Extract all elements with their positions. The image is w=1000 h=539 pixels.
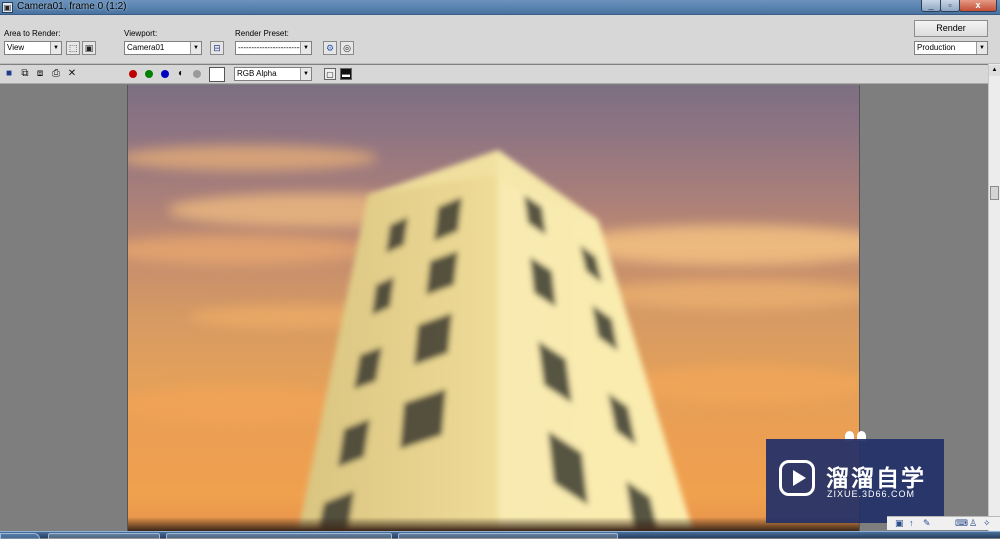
display-channel-dropdown[interactable]: RGB Alpha ▼: [234, 67, 312, 81]
clear-icon[interactable]: ✕: [66, 68, 78, 80]
toggle-ui-overlay-icon[interactable]: ▢: [324, 68, 336, 80]
tray-tools-icon[interactable]: ✧: [983, 518, 991, 529]
chevron-down-icon: ▼: [300, 42, 311, 54]
toggle-ui-icon[interactable]: ▬: [340, 68, 352, 80]
viewport-label: Viewport:: [124, 29, 158, 38]
frame-buffer-toolbar: ■ ⧉ ⧈ ⎙ ✕ ◐ RGB Alpha ▼ ▢ ▬: [0, 65, 1000, 84]
copy-image-icon[interactable]: ⧉: [19, 68, 31, 80]
tray-pen-icon[interactable]: ✎: [923, 518, 931, 529]
chevron-down-icon: ▼: [300, 68, 311, 80]
taskbar-item[interactable]: [48, 533, 160, 539]
tree-silhouette: [128, 517, 859, 531]
watermark-url: ZIXUE.3D66.COM: [827, 489, 916, 499]
alpha-channel-icon[interactable]: ◐: [175, 68, 187, 80]
print-image-icon[interactable]: ⎙: [50, 68, 62, 80]
taskbar: [0, 531, 1000, 539]
render-preset-label: Render Preset:: [235, 29, 289, 38]
auto-region-icon[interactable]: ▣: [82, 41, 96, 55]
tray-keyboard-icon[interactable]: ⌨: [955, 518, 968, 529]
chevron-down-icon: ▼: [190, 42, 201, 54]
red-channel-icon[interactable]: [129, 70, 137, 78]
area-to-render-label: Area to Render:: [4, 29, 61, 38]
viewport-dropdown[interactable]: Camera01 ▼: [124, 41, 202, 55]
maximize-button[interactable]: ▫: [940, 0, 960, 12]
window-title: Camera01, frame 0 (1:2): [17, 1, 127, 12]
tray-app-icon[interactable]: ▣: [895, 518, 904, 529]
render-options-toolbar: Area to Render: View ▼ ⬚ ▣ Viewport: Cam…: [0, 15, 1000, 64]
display-channel-value: RGB Alpha: [237, 69, 277, 78]
tray-user-icon[interactable]: ♙: [969, 518, 977, 529]
app-icon[interactable]: ▣: [2, 2, 13, 13]
chevron-down-icon: ▼: [976, 42, 987, 54]
render-preset-dropdown[interactable]: ----------------------------- ▼: [235, 41, 312, 55]
environment-effects-icon[interactable]: ◎: [340, 41, 354, 55]
play-logo-icon: [779, 460, 815, 496]
title-bar: ▣ Camera01, frame 0 (1:2) _ ▫ x: [0, 0, 1000, 15]
scroll-up-icon[interactable]: ▲: [989, 65, 1000, 76]
edit-region-icon[interactable]: ⬚: [66, 41, 80, 55]
taskbar-item[interactable]: [166, 533, 392, 539]
viewport-value: Camera01: [127, 43, 165, 52]
scroll-thumb[interactable]: [990, 186, 999, 200]
blue-channel-icon[interactable]: [161, 70, 169, 78]
rendered-image: [127, 85, 860, 531]
watermark: 溜溜自学 ZIXUE.3D66.COM: [766, 439, 944, 523]
render-setup-icon[interactable]: ⚙: [323, 41, 337, 55]
monochrome-icon[interactable]: [193, 70, 201, 78]
chevron-down-icon: ▼: [50, 42, 61, 54]
area-to-render-dropdown[interactable]: View ▼: [4, 41, 62, 55]
vertical-scrollbar[interactable]: ▲: [988, 64, 1000, 531]
lock-icon[interactable]: ⊟: [210, 41, 224, 55]
production-value: Production: [917, 43, 956, 52]
area-to-render-value: View: [7, 43, 25, 52]
tray-arrow-icon[interactable]: ↑: [909, 518, 914, 528]
building-render: [298, 150, 693, 531]
green-channel-icon[interactable]: [145, 70, 153, 78]
watermark-brand: 溜溜自学: [826, 466, 926, 492]
system-tray: ▣ ↑ ✎ ⌨ ♙ ✧: [887, 516, 1000, 530]
taskbar-item[interactable]: [398, 533, 618, 539]
save-image-icon[interactable]: ■: [3, 68, 15, 80]
start-button[interactable]: [0, 533, 40, 539]
render-button[interactable]: Render: [914, 20, 988, 37]
minimize-button[interactable]: _: [921, 0, 941, 12]
clone-window-icon[interactable]: ⧈: [34, 68, 46, 80]
production-dropdown[interactable]: Production ▼: [914, 41, 988, 55]
color-swatch[interactable]: [209, 67, 225, 82]
close-button[interactable]: x: [959, 0, 997, 12]
